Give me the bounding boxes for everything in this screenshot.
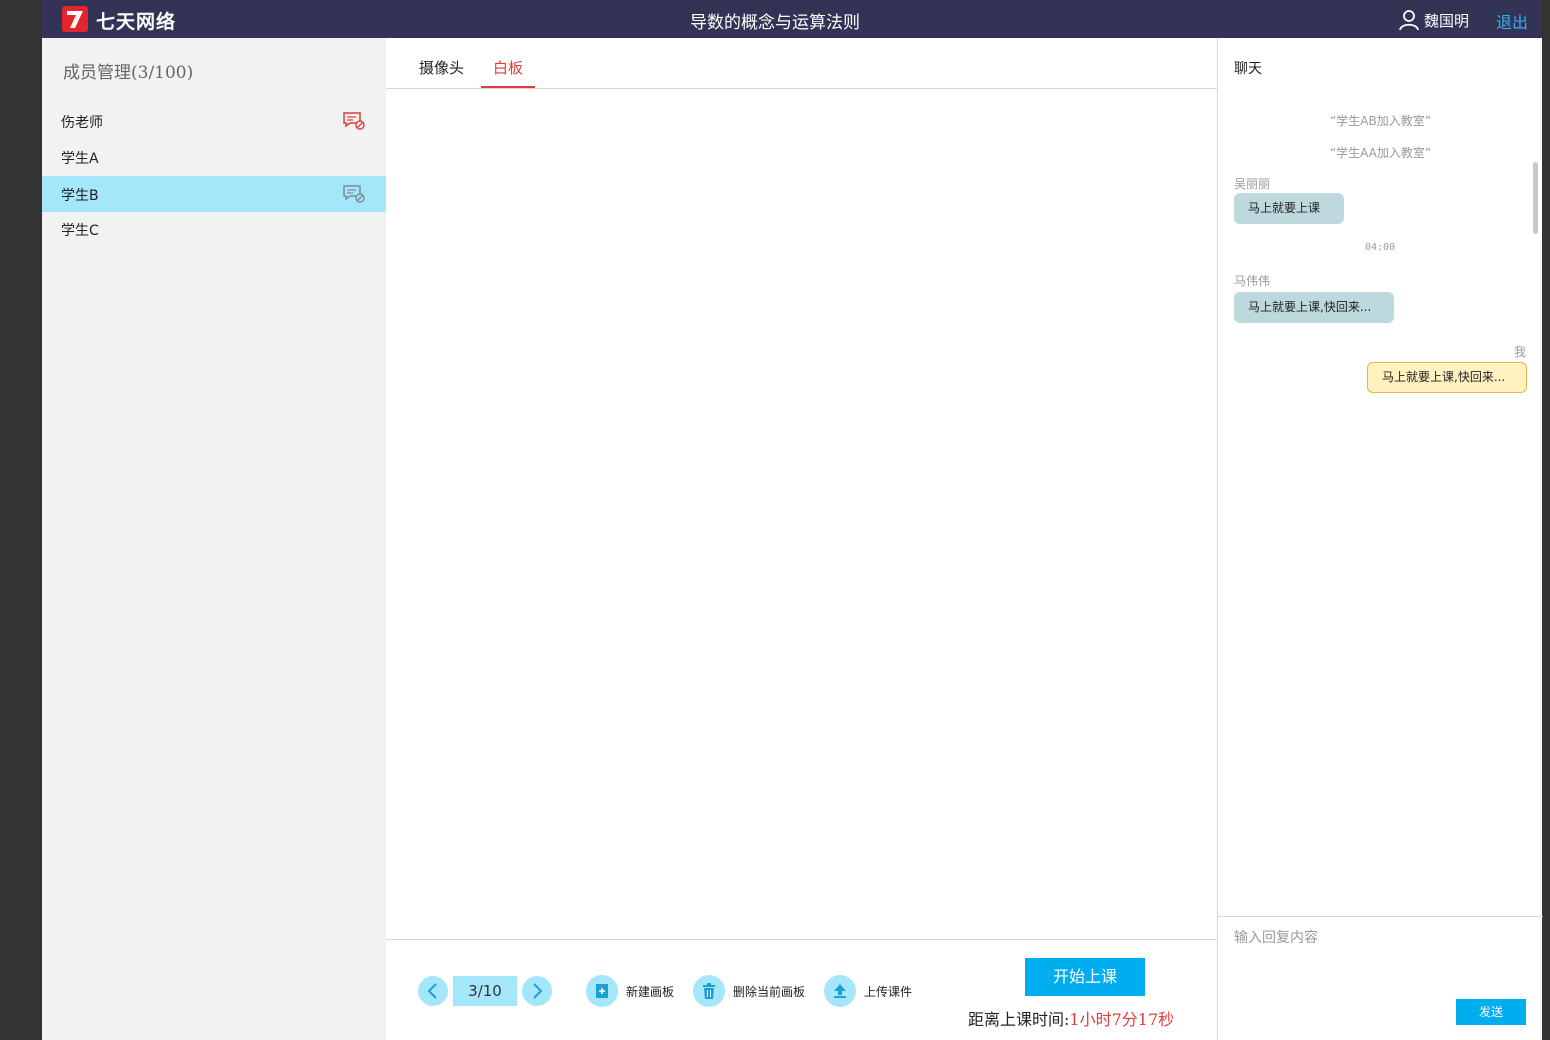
member-row-student-b[interactable]: 学生B <box>42 176 386 212</box>
reply-area: 发送 <box>1218 916 1543 1040</box>
user-menu[interactable]: 魏国明 <box>1398 8 1469 32</box>
new-board-button[interactable]: 新建画板 <box>586 975 674 1007</box>
course-title: 导数的概念与运算法则 <box>690 13 860 33</box>
member-name: 学生A <box>61 151 99 167</box>
countdown-value: 1小时7分17秒 <box>1069 1010 1175 1029</box>
user-icon <box>1399 10 1419 31</box>
upload-courseware-button[interactable]: 上传课件 <box>824 975 912 1007</box>
message-bubble: 马上就要上课 <box>1234 193 1344 224</box>
start-class-button[interactable]: 开始上课 <box>1025 958 1145 996</box>
logout-link[interactable]: 退出 <box>1496 9 1528 33</box>
page-indicator: 3/10 <box>453 976 517 1006</box>
message-time: 04:00 <box>1365 242 1396 253</box>
countdown-label: 距离上课时间: <box>968 1010 1070 1029</box>
member-name: 伤老师 <box>61 115 103 131</box>
chat-disabled-icon[interactable] <box>342 184 366 204</box>
chat-disabled-icon[interactable] <box>342 111 366 131</box>
system-message: “学生AA加入教室” <box>1329 146 1432 160</box>
member-name: 学生B <box>61 188 99 204</box>
reply-input[interactable] <box>1234 927 1524 987</box>
chat-title: 聊天 <box>1234 61 1262 77</box>
system-message: “学生AB加入教室” <box>1330 114 1431 128</box>
trash-icon <box>703 983 715 999</box>
upload-label: 上传课件 <box>864 984 913 999</box>
member-row-teacher[interactable]: 伤老师 <box>42 103 386 139</box>
prev-page-button[interactable] <box>418 976 448 1006</box>
member-row-student-a[interactable]: 学生A <box>42 139 386 175</box>
whiteboard-area: 摄像头 白板 3/10 新建画板 删除当前画板 上传课件 开始上课 距离上课时间… <box>386 38 1217 1040</box>
new-board-icon <box>596 984 608 998</box>
tab-camera[interactable]: 摄像头 <box>419 57 464 78</box>
member-panel-title: 成员管理(3/100) <box>63 63 194 83</box>
active-tab-indicator <box>481 86 535 88</box>
upload-icon <box>834 984 846 998</box>
delete-board-label: 删除当前画板 <box>733 984 806 999</box>
user-name: 魏国明 <box>1424 11 1470 30</box>
chat-scrollbar[interactable] <box>1533 162 1538 234</box>
whiteboard-toolbar: 3/10 新建画板 删除当前画板 上传课件 开始上课 距离上课时间:1小时7分1… <box>386 939 1217 1040</box>
chevron-left-icon <box>427 983 437 999</box>
tab-whiteboard[interactable]: 白板 <box>493 57 523 78</box>
member-panel: 成员管理(3/100) 伤老师 学生A 学生B 学生C <box>42 38 386 1040</box>
chat-panel: 聊天 “学生AB加入教室” “学生AA加入教室” 吴丽丽 马上就要上课 马伟伟 … <box>1217 38 1543 1040</box>
message-bubble-self: 马上就要上课,快回来... <box>1367 362 1527 393</box>
tab-bar: 摄像头 白板 <box>386 38 1217 89</box>
message-sender: 吴丽丽 <box>1234 177 1271 191</box>
message-sender-self: 我 <box>1514 345 1527 359</box>
next-page-button[interactable] <box>522 976 552 1006</box>
chevron-right-icon <box>533 983 543 999</box>
message-bubble: 马上就要上课,快回来... <box>1234 292 1394 323</box>
send-button[interactable]: 发送 <box>1456 999 1526 1025</box>
countdown: 距离上课时间:1小时7分17秒 <box>968 1006 1174 1030</box>
message-sender: 马伟伟 <box>1234 274 1271 288</box>
whiteboard-canvas[interactable] <box>386 90 1217 938</box>
new-board-label: 新建画板 <box>626 984 675 999</box>
member-row-student-c[interactable]: 学生C <box>42 211 386 247</box>
delete-board-button[interactable]: 删除当前画板 <box>693 975 805 1007</box>
member-name: 学生C <box>61 223 99 239</box>
